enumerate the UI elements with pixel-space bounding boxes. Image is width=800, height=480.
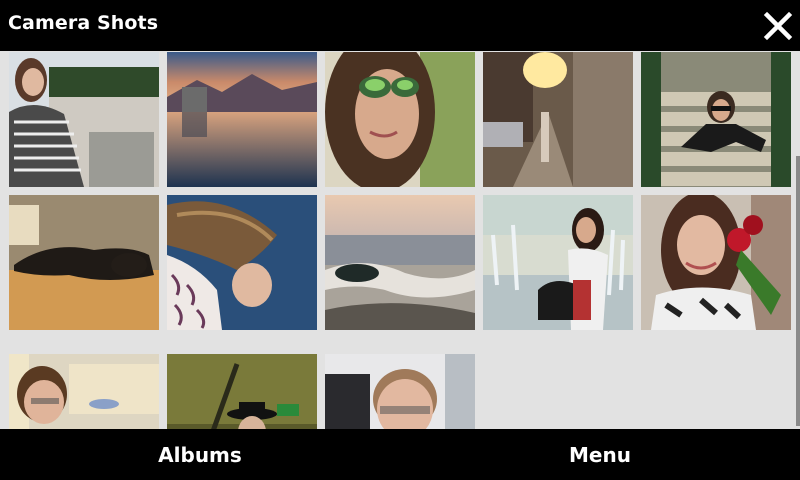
photo-mountain-lake-sunset (167, 52, 317, 187)
thumbnail-10[interactable] (641, 195, 791, 330)
thumbnail-12[interactable] (167, 354, 317, 429)
photo-woman-hair-flip (167, 195, 317, 330)
thumbnail-5[interactable] (641, 52, 791, 187)
thumbnail-2[interactable] (167, 52, 317, 187)
photo-street-sunset (483, 52, 633, 187)
softkey-bar: Albums Menu (0, 429, 800, 480)
page-title: Camera Shots (8, 12, 159, 34)
albums-button[interactable]: Albums (0, 429, 400, 480)
scrollbar[interactable] (795, 51, 800, 429)
close-button[interactable] (760, 8, 796, 44)
thumbnail-9[interactable] (483, 195, 633, 330)
thumbnail-4[interactable] (483, 52, 633, 187)
photo-woman-on-stairs (641, 52, 791, 187)
thumbnail-7[interactable] (167, 195, 317, 330)
photo-woman-fountain-handbag (483, 195, 633, 330)
thumbnail-8[interactable] (325, 195, 475, 330)
thumbnail-13[interactable] (325, 354, 475, 429)
photo-woman-mirrored-sunglasses (325, 52, 475, 187)
thumbnail-grid (0, 51, 800, 429)
close-icon (763, 11, 793, 41)
photo-woman-red-roses (641, 195, 791, 330)
photo-dog-on-floor (9, 195, 159, 330)
photo-man-glasses-indoor (9, 354, 159, 429)
thumbnail-11[interactable] (9, 354, 159, 429)
photo-ocean-waves-rock (325, 195, 475, 330)
photo-man-microphone (167, 354, 317, 429)
photo-man-office (325, 354, 475, 429)
title-bar: Camera Shots (0, 0, 800, 51)
thumbnail-1[interactable] (9, 52, 159, 187)
thumbnail-3[interactable] (325, 52, 475, 187)
thumbnail-6[interactable] (9, 195, 159, 330)
scrollbar-thumb[interactable] (796, 156, 800, 426)
menu-button[interactable]: Menu (400, 429, 800, 480)
photo-woman-checkered-coat (9, 52, 159, 187)
